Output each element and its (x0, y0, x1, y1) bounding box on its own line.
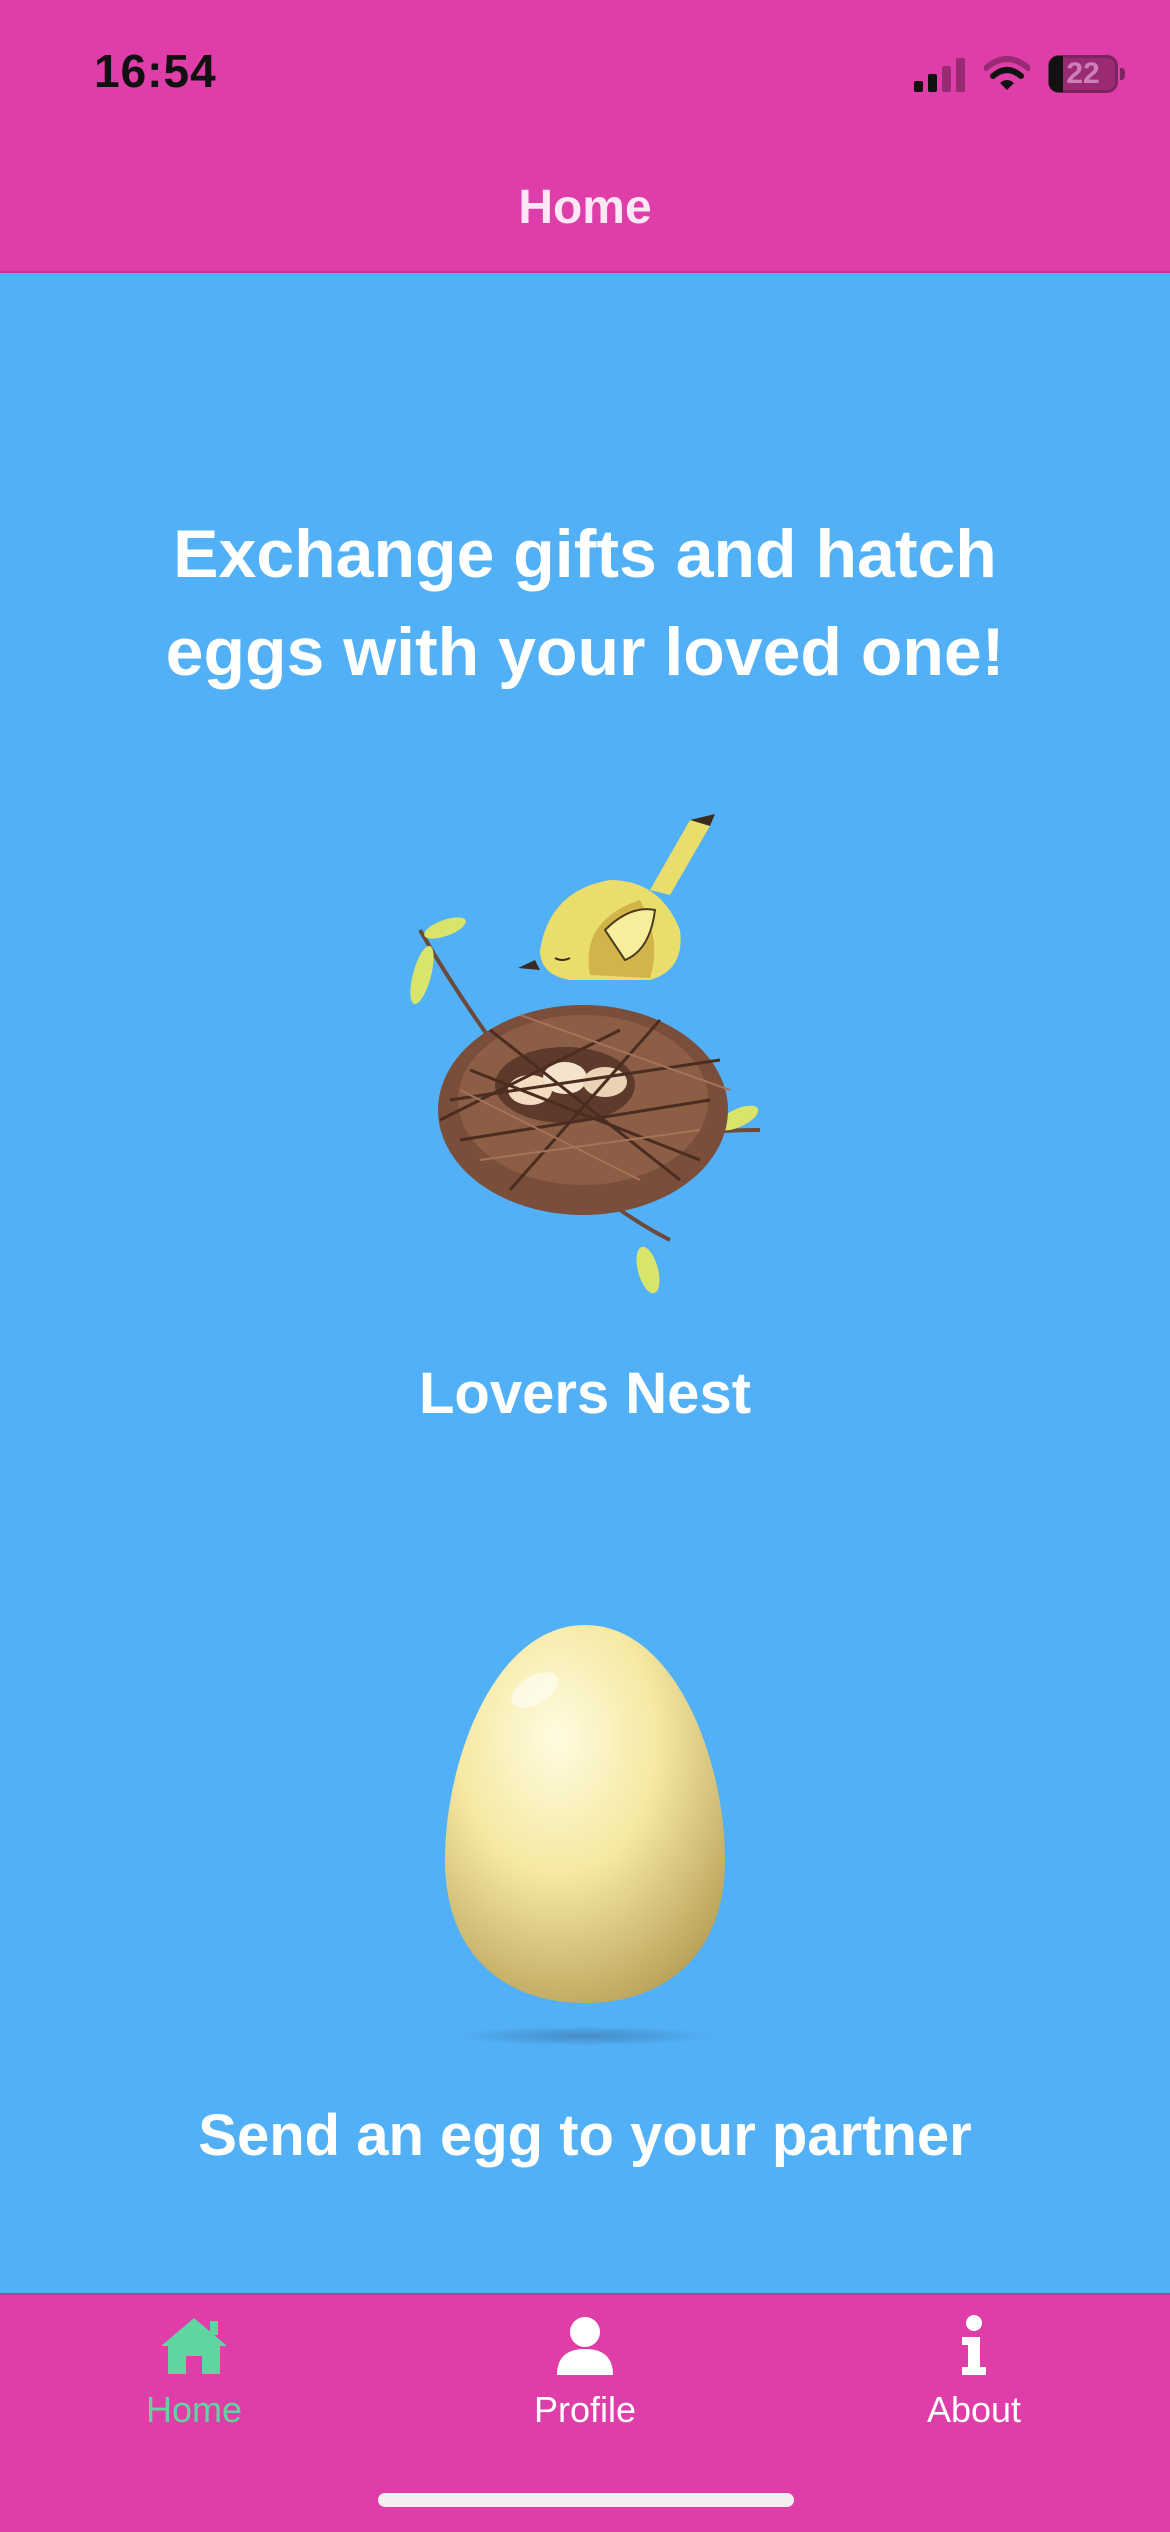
bird-nest-illustration[interactable] (400, 800, 800, 1300)
status-icons: 22 (914, 50, 1125, 98)
battery-level: 22 (1066, 57, 1100, 90)
person-icon (557, 2317, 613, 2375)
tab-home-label: Home (145, 2389, 243, 2430)
tab-profile-label: Profile (533, 2389, 637, 2430)
wifi-icon (984, 56, 1030, 90)
tab-about[interactable]: About (854, 2315, 1094, 2431)
nav-header: Home (0, 150, 1170, 273)
egg-illustration[interactable] (420, 1610, 750, 2050)
home-indicator[interactable] (378, 2493, 794, 2507)
page-title: Home (518, 181, 652, 234)
headline: Exchange gifts and hatch eggs with your … (165, 516, 1005, 690)
nest-title: Lovers Nest (418, 1361, 752, 1426)
battery-icon: 22 (1048, 55, 1125, 93)
tab-home[interactable]: Home (74, 2315, 314, 2431)
tab-about-label: About (926, 2389, 1022, 2430)
send-egg-text: Send an egg to your partner (198, 2103, 972, 2168)
cellular-signal-icon (914, 58, 965, 92)
tab-profile[interactable]: Profile (465, 2315, 705, 2431)
home-icon (161, 2318, 227, 2374)
status-bar: 16:54 22 (0, 0, 1170, 150)
status-time: 16:54 (94, 45, 217, 97)
info-icon (962, 2315, 986, 2375)
